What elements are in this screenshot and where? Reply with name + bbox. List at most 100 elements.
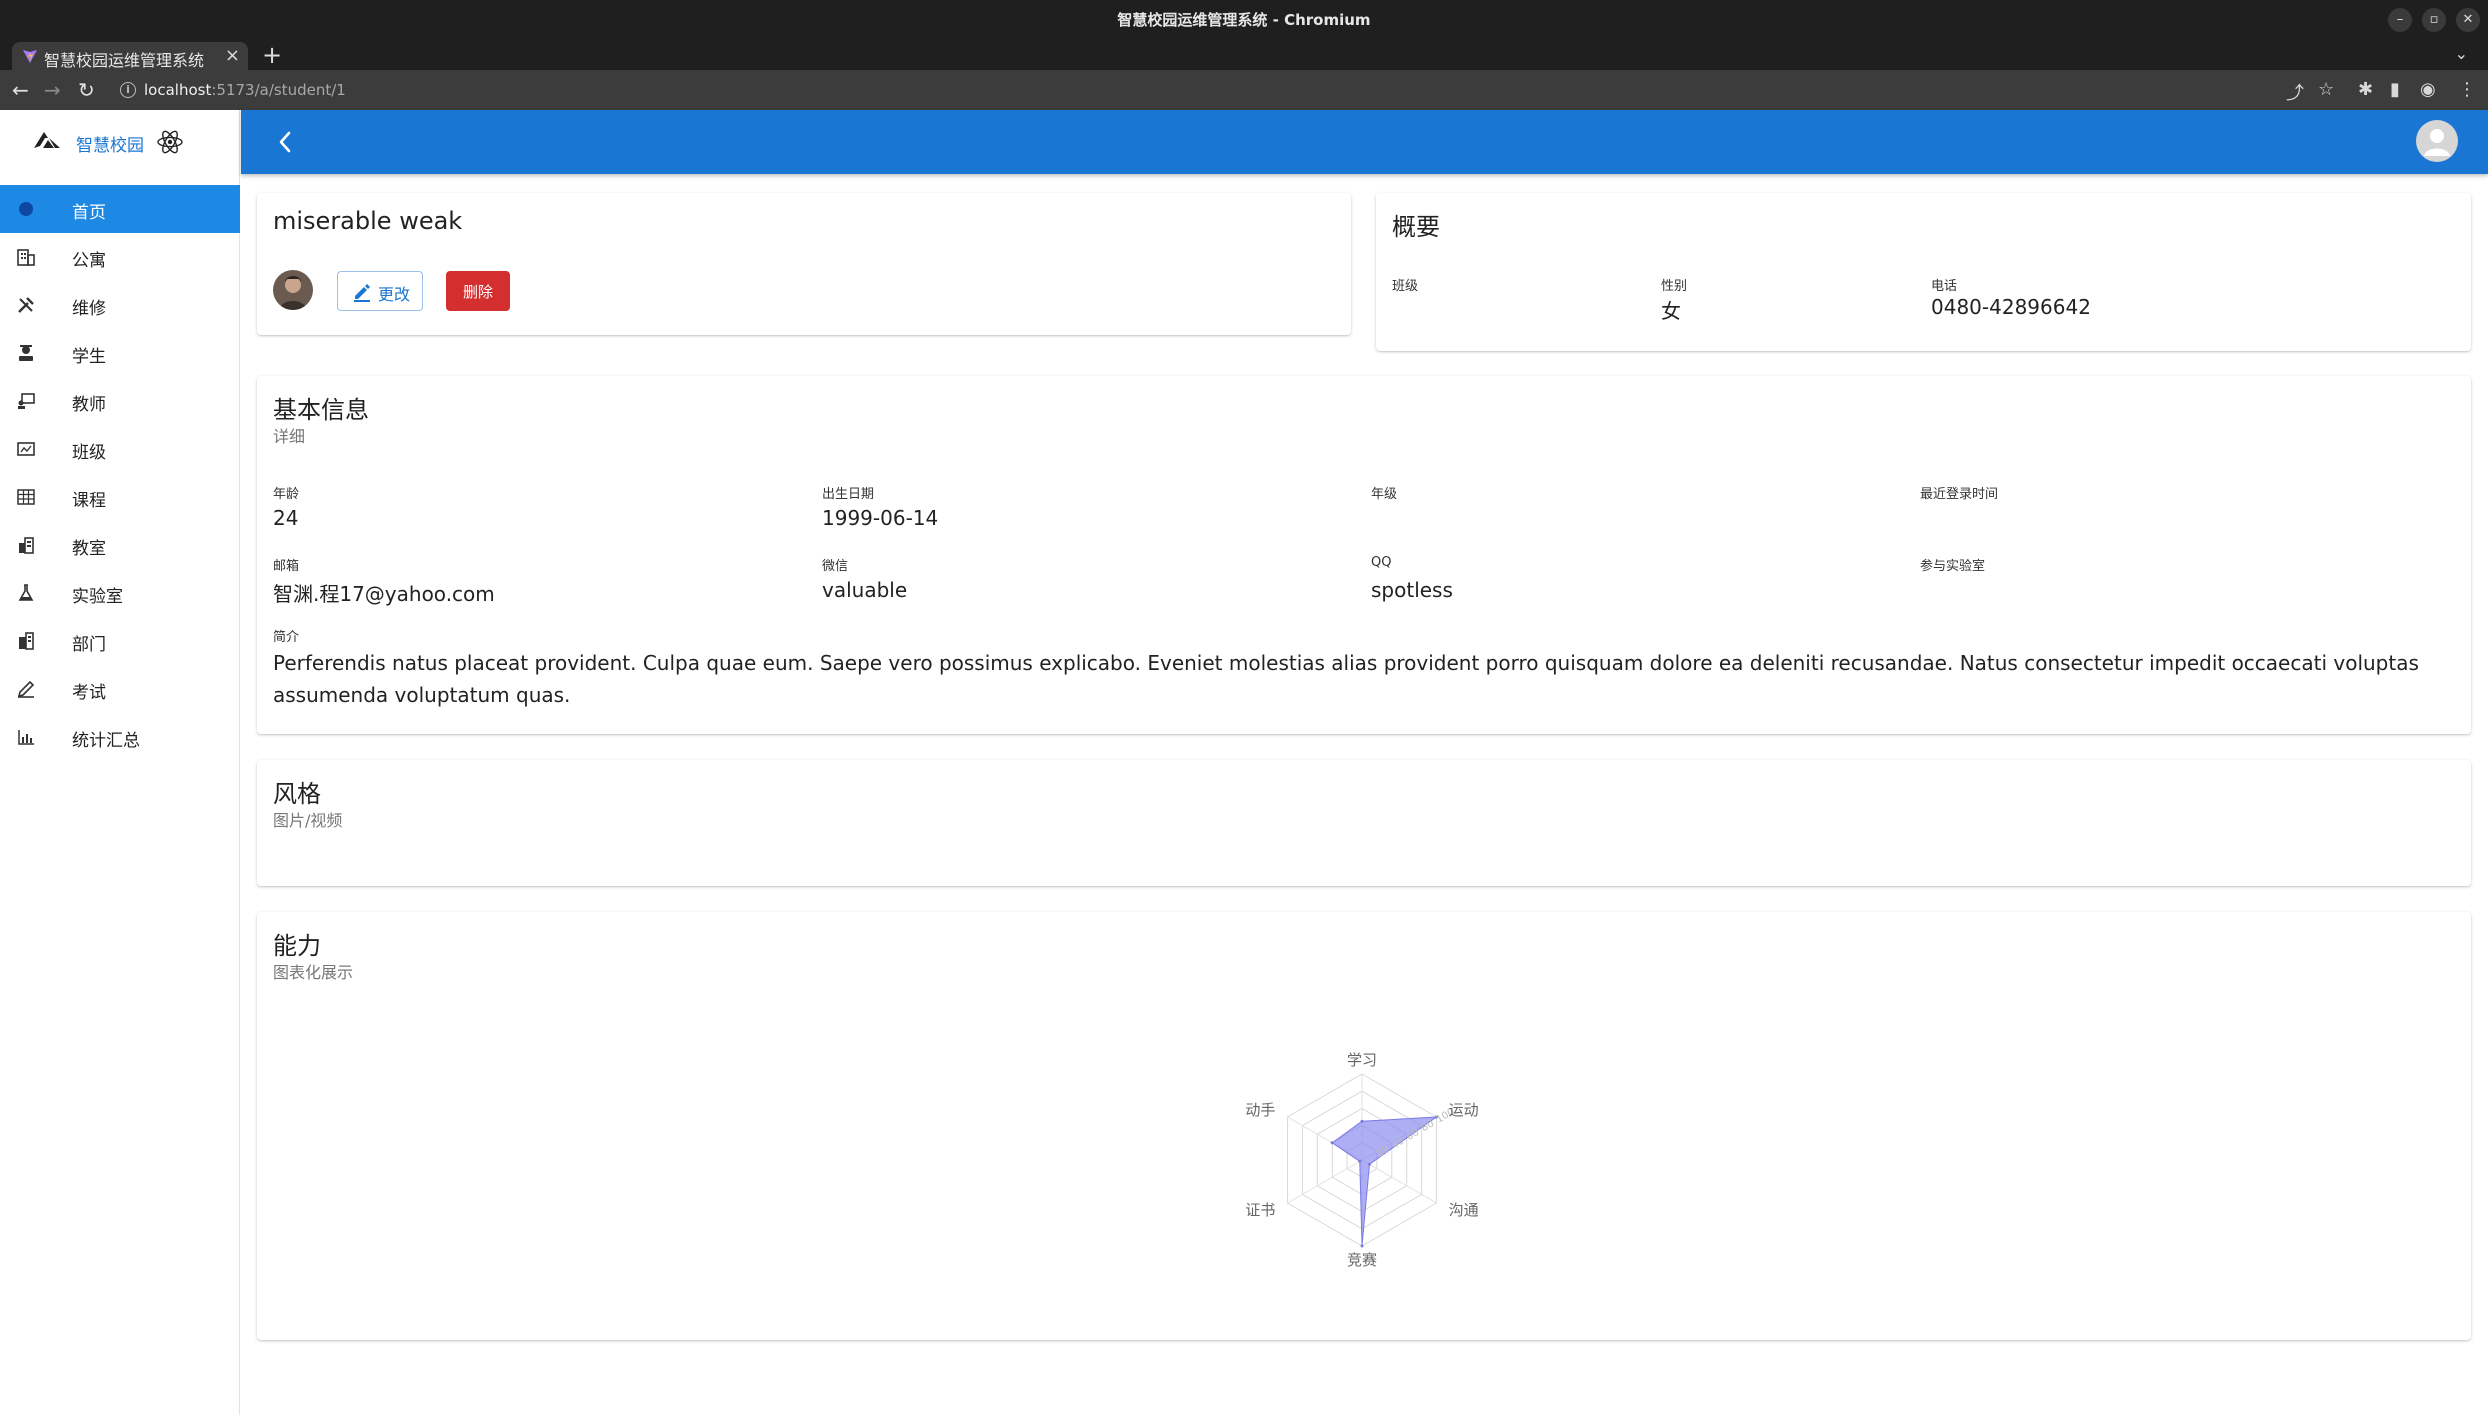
age-value: 24: [273, 506, 299, 530]
department-icon: [19, 632, 34, 650]
sidebar-item-label: 考试: [72, 683, 106, 703]
edit-button[interactable]: 更改: [337, 271, 423, 311]
account-avatar[interactable]: [2416, 120, 2458, 162]
sidebar-item-label: 教室: [72, 539, 106, 559]
chart-icon: [18, 730, 34, 745]
site-info-icon[interactable]: i: [120, 82, 136, 98]
menu-kebab-icon[interactable]: ⋮: [2458, 79, 2476, 100]
intro-label: 简介: [273, 630, 300, 645]
back-arrow-icon[interactable]: ←: [12, 78, 29, 102]
sidebar-item-label: 课程: [72, 491, 106, 511]
age-label: 年龄: [273, 487, 300, 502]
close-window-button[interactable]: ✕: [2456, 8, 2480, 32]
window-title: 智慧校园运维管理系统 - Chromium: [1117, 11, 1371, 29]
sidebar-item-statistics[interactable]: 统计汇总: [0, 713, 240, 761]
forward-arrow-icon[interactable]: →: [44, 78, 61, 102]
student-icon: [19, 345, 33, 361]
classroom-icon: [19, 537, 34, 554]
wechat-label: 微信: [822, 559, 849, 574]
sidebar-item-exam[interactable]: 考试: [0, 665, 240, 713]
lab-label: 参与实验室: [1920, 559, 1986, 574]
radar-point: [1360, 1244, 1364, 1248]
share-icon[interactable]: ⤴: [2286, 79, 2304, 105]
delete-button[interactable]: 删除: [446, 271, 510, 311]
ability-radar-chart: 20406080100学习运动沟通竞赛证书动手: [1245, 1051, 1479, 1269]
basic-info-subtitle: 详细: [273, 427, 306, 446]
grade-label: 年级: [1371, 487, 1398, 502]
radar-category-label: 沟通: [1449, 1201, 1479, 1219]
sidebar-item-label: 班级: [72, 443, 106, 463]
radar-point: [1367, 1162, 1371, 1166]
sidebar-item-label: 首页: [72, 203, 106, 223]
window-titlebar: 智慧校园运维管理系统 - Chromium – ▫ ✕: [0, 0, 2488, 40]
tab-search-chevron-icon[interactable]: ⌄: [2455, 44, 2468, 63]
new-tab-button[interactable]: +: [262, 41, 282, 69]
flask-icon: [18, 584, 34, 601]
sidebar-item-label: 教师: [72, 395, 106, 415]
brand: 智慧校园: [0, 110, 240, 174]
sidebar-item-label: 公寓: [72, 251, 106, 271]
bookmark-star-icon[interactable]: ☆: [2318, 79, 2334, 100]
sidebar-item-department[interactable]: 部门: [0, 617, 240, 665]
radar-category-label: 运动: [1449, 1101, 1479, 1119]
pencil-icon: [354, 284, 370, 302]
url-text: localhost:5173/a/student/1: [144, 81, 346, 99]
overview-card: 概要 班级 性别 女 电话 0480-42896642: [1376, 193, 2471, 351]
table-icon: [17, 489, 35, 505]
gender-label: 性别: [1661, 279, 1688, 294]
birth-date-value: 1999-06-14: [822, 506, 939, 530]
intro-value: Perferendis natus placeat provident. Cul…: [273, 651, 2419, 707]
overview-title: 概要: [1392, 213, 1440, 241]
reload-icon[interactable]: ↻: [78, 78, 95, 102]
radar-category-label: 证书: [1245, 1201, 1275, 1219]
building-icon: [17, 249, 35, 266]
maximize-button[interactable]: ▫: [2422, 8, 2446, 32]
qq-label: QQ: [1371, 555, 1392, 570]
profile-icon[interactable]: ◉: [2420, 79, 2436, 100]
logo-icon: [34, 132, 60, 148]
wechat-value: valuable: [822, 578, 908, 602]
vite-favicon-icon: [23, 50, 37, 63]
minimize-button[interactable]: –: [2388, 8, 2412, 32]
tab-close-icon[interactable]: ×: [225, 45, 240, 66]
avatar-photo: [273, 270, 313, 310]
ability-title: 能力: [273, 932, 321, 960]
url-path: :5173/a/student/1: [211, 81, 346, 99]
ability-card: 能力 图表化展示 20 40 60 80 100 学习 运动 沟通 竞赛 证书 动手: [257, 912, 2471, 1340]
basic-info-card: 基本信息 详细 年龄 24 出生日期 1999-06-14 年级 最近登录时间 …: [257, 376, 2471, 734]
address-bar[interactable]: i localhost:5173/a/student/1: [112, 76, 2292, 104]
back-chevron-icon[interactable]: [277, 130, 293, 154]
sidebar-item-class[interactable]: 班级: [0, 425, 240, 473]
app-bar: [241, 110, 2488, 174]
side-panel-icon[interactable]: ▮: [2390, 79, 2400, 100]
brand-name[interactable]: 智慧校园: [76, 131, 144, 156]
radar-category-label: 学习: [1347, 1051, 1377, 1069]
person-icon: [2424, 129, 2450, 156]
sidebar-item-home[interactable]: 首页: [0, 185, 240, 233]
exam-icon: [17, 680, 35, 698]
last-login-label: 最近登录时间: [1920, 487, 1999, 502]
extensions-icon[interactable]: ✱: [2358, 79, 2373, 100]
sidebar-item-apartment[interactable]: 公寓: [0, 233, 240, 281]
sidebar-item-repair[interactable]: 维修: [0, 281, 240, 329]
class-icon: [17, 442, 35, 456]
sidebar-item-teacher[interactable]: 教师: [0, 377, 240, 425]
edit-button-label: 更改: [378, 285, 411, 304]
sidebar-item-classroom[interactable]: 教室: [0, 521, 240, 569]
sidebar-item-course[interactable]: 课程: [0, 473, 240, 521]
class-label: 班级: [1392, 279, 1419, 294]
style-card: 风格 图片/视频: [257, 760, 2471, 886]
basic-info-title: 基本信息: [273, 396, 369, 424]
phone-label: 电话: [1931, 279, 1958, 294]
sidebar-item-student[interactable]: 学生: [0, 329, 240, 377]
radar-point: [1330, 1141, 1334, 1145]
browser-tab[interactable]: 智慧校园运维管理系统 ×: [12, 42, 248, 70]
birth-date-label: 出生日期: [822, 487, 875, 502]
qq-value: spotless: [1371, 578, 1453, 602]
radar-point: [1360, 1119, 1364, 1123]
sidebar-item-label: 学生: [72, 347, 106, 367]
url-host: localhost: [144, 81, 212, 99]
sidebar-item-label: 实验室: [72, 587, 123, 607]
style-subtitle: 图片/视频: [273, 811, 343, 830]
sidebar-item-lab[interactable]: 实验室: [0, 569, 240, 617]
